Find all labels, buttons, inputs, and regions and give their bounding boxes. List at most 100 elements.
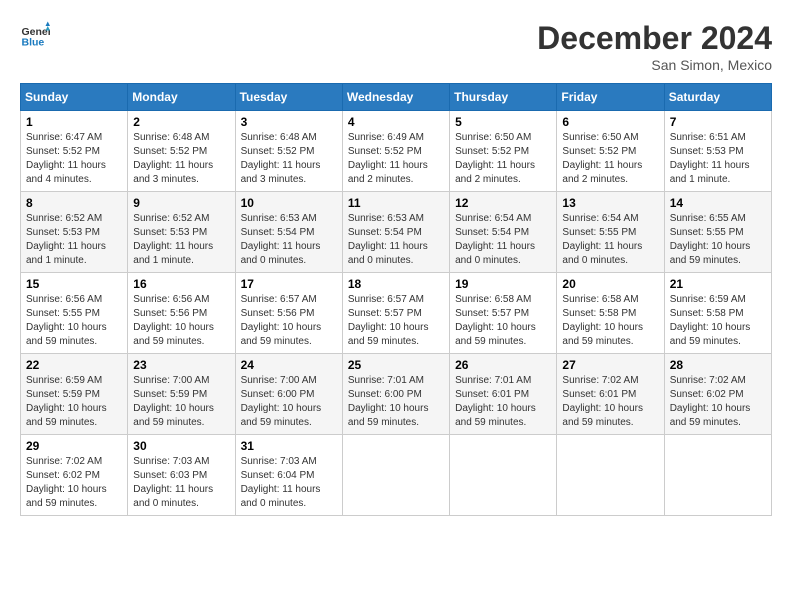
weekday-header-row: Sunday Monday Tuesday Wednesday Thursday…: [21, 84, 772, 111]
day-number: 4: [348, 115, 444, 129]
day-number: 11: [348, 196, 444, 210]
day-info: Sunrise: 6:56 AM Sunset: 5:56 PM Dayligh…: [133, 293, 229, 349]
day-cell-2: 2 Sunrise: 6:48 AM Sunset: 5:52 PM Dayli…: [128, 111, 235, 192]
day-cell-26: 26 Sunrise: 7:01 AM Sunset: 6:01 PM Dayl…: [450, 354, 557, 435]
day-number: 24: [241, 358, 337, 372]
day-cell-10: 10 Sunrise: 6:53 AM Sunset: 5:54 PM Dayl…: [235, 192, 342, 273]
week-row-2: 8 Sunrise: 6:52 AM Sunset: 5:53 PM Dayli…: [21, 192, 772, 273]
day-info: Sunrise: 6:53 AM Sunset: 5:54 PM Dayligh…: [348, 212, 444, 268]
day-number: 1: [26, 115, 122, 129]
day-cell-29: 29 Sunrise: 7:02 AM Sunset: 6:02 PM Dayl…: [21, 435, 128, 516]
logo-icon: General Blue: [20, 20, 50, 50]
empty-cell: [342, 435, 449, 516]
day-cell-14: 14 Sunrise: 6:55 AM Sunset: 5:55 PM Dayl…: [664, 192, 771, 273]
week-row-3: 15 Sunrise: 6:56 AM Sunset: 5:55 PM Dayl…: [21, 273, 772, 354]
day-number: 30: [133, 439, 229, 453]
day-info: Sunrise: 7:01 AM Sunset: 6:00 PM Dayligh…: [348, 374, 444, 430]
header-wednesday: Wednesday: [342, 84, 449, 111]
calendar-table: Sunday Monday Tuesday Wednesday Thursday…: [20, 83, 772, 516]
day-cell-16: 16 Sunrise: 6:56 AM Sunset: 5:56 PM Dayl…: [128, 273, 235, 354]
day-info: Sunrise: 7:00 AM Sunset: 6:00 PM Dayligh…: [241, 374, 337, 430]
day-cell-27: 27 Sunrise: 7:02 AM Sunset: 6:01 PM Dayl…: [557, 354, 664, 435]
week-row-1: 1 Sunrise: 6:47 AM Sunset: 5:52 PM Dayli…: [21, 111, 772, 192]
page-header: General Blue December 2024 San Simon, Me…: [20, 20, 772, 73]
empty-cell: [450, 435, 557, 516]
day-cell-1: 1 Sunrise: 6:47 AM Sunset: 5:52 PM Dayli…: [21, 111, 128, 192]
day-info: Sunrise: 6:57 AM Sunset: 5:57 PM Dayligh…: [348, 293, 444, 349]
header-thursday: Thursday: [450, 84, 557, 111]
day-info: Sunrise: 6:51 AM Sunset: 5:53 PM Dayligh…: [670, 131, 766, 187]
day-number: 8: [26, 196, 122, 210]
day-info: Sunrise: 6:52 AM Sunset: 5:53 PM Dayligh…: [133, 212, 229, 268]
day-info: Sunrise: 7:00 AM Sunset: 5:59 PM Dayligh…: [133, 374, 229, 430]
day-number: 17: [241, 277, 337, 291]
day-number: 28: [670, 358, 766, 372]
day-number: 21: [670, 277, 766, 291]
day-cell-31: 31 Sunrise: 7:03 AM Sunset: 6:04 PM Dayl…: [235, 435, 342, 516]
day-number: 13: [562, 196, 658, 210]
day-cell-7: 7 Sunrise: 6:51 AM Sunset: 5:53 PM Dayli…: [664, 111, 771, 192]
day-cell-11: 11 Sunrise: 6:53 AM Sunset: 5:54 PM Dayl…: [342, 192, 449, 273]
day-number: 2: [133, 115, 229, 129]
day-number: 7: [670, 115, 766, 129]
logo: General Blue: [20, 20, 50, 50]
day-cell-18: 18 Sunrise: 6:57 AM Sunset: 5:57 PM Dayl…: [342, 273, 449, 354]
day-number: 26: [455, 358, 551, 372]
day-number: 9: [133, 196, 229, 210]
day-info: Sunrise: 6:50 AM Sunset: 5:52 PM Dayligh…: [455, 131, 551, 187]
day-info: Sunrise: 6:47 AM Sunset: 5:52 PM Dayligh…: [26, 131, 122, 187]
day-info: Sunrise: 6:54 AM Sunset: 5:55 PM Dayligh…: [562, 212, 658, 268]
day-cell-5: 5 Sunrise: 6:50 AM Sunset: 5:52 PM Dayli…: [450, 111, 557, 192]
day-cell-9: 9 Sunrise: 6:52 AM Sunset: 5:53 PM Dayli…: [128, 192, 235, 273]
day-info: Sunrise: 7:02 AM Sunset: 6:02 PM Dayligh…: [26, 455, 122, 511]
day-number: 3: [241, 115, 337, 129]
day-number: 18: [348, 277, 444, 291]
day-cell-15: 15 Sunrise: 6:56 AM Sunset: 5:55 PM Dayl…: [21, 273, 128, 354]
day-number: 5: [455, 115, 551, 129]
week-row-4: 22 Sunrise: 6:59 AM Sunset: 5:59 PM Dayl…: [21, 354, 772, 435]
day-cell-20: 20 Sunrise: 6:58 AM Sunset: 5:58 PM Dayl…: [557, 273, 664, 354]
day-number: 20: [562, 277, 658, 291]
day-number: 25: [348, 358, 444, 372]
day-info: Sunrise: 6:48 AM Sunset: 5:52 PM Dayligh…: [133, 131, 229, 187]
day-number: 29: [26, 439, 122, 453]
day-cell-17: 17 Sunrise: 6:57 AM Sunset: 5:56 PM Dayl…: [235, 273, 342, 354]
day-cell-6: 6 Sunrise: 6:50 AM Sunset: 5:52 PM Dayli…: [557, 111, 664, 192]
day-info: Sunrise: 6:59 AM Sunset: 5:58 PM Dayligh…: [670, 293, 766, 349]
title-block: December 2024 San Simon, Mexico: [537, 20, 772, 73]
day-number: 12: [455, 196, 551, 210]
day-number: 22: [26, 358, 122, 372]
day-number: 19: [455, 277, 551, 291]
day-info: Sunrise: 6:48 AM Sunset: 5:52 PM Dayligh…: [241, 131, 337, 187]
day-number: 14: [670, 196, 766, 210]
day-info: Sunrise: 7:03 AM Sunset: 6:03 PM Dayligh…: [133, 455, 229, 511]
day-cell-13: 13 Sunrise: 6:54 AM Sunset: 5:55 PM Dayl…: [557, 192, 664, 273]
day-info: Sunrise: 6:59 AM Sunset: 5:59 PM Dayligh…: [26, 374, 122, 430]
day-info: Sunrise: 6:55 AM Sunset: 5:55 PM Dayligh…: [670, 212, 766, 268]
month-title: December 2024: [537, 20, 772, 57]
empty-cell: [664, 435, 771, 516]
day-cell-23: 23 Sunrise: 7:00 AM Sunset: 5:59 PM Dayl…: [128, 354, 235, 435]
svg-text:Blue: Blue: [22, 37, 45, 49]
day-cell-4: 4 Sunrise: 6:49 AM Sunset: 5:52 PM Dayli…: [342, 111, 449, 192]
header-sunday: Sunday: [21, 84, 128, 111]
day-cell-21: 21 Sunrise: 6:59 AM Sunset: 5:58 PM Dayl…: [664, 273, 771, 354]
day-number: 10: [241, 196, 337, 210]
day-cell-24: 24 Sunrise: 7:00 AM Sunset: 6:00 PM Dayl…: [235, 354, 342, 435]
header-friday: Friday: [557, 84, 664, 111]
day-info: Sunrise: 6:54 AM Sunset: 5:54 PM Dayligh…: [455, 212, 551, 268]
day-cell-30: 30 Sunrise: 7:03 AM Sunset: 6:03 PM Dayl…: [128, 435, 235, 516]
empty-cell: [557, 435, 664, 516]
day-info: Sunrise: 6:56 AM Sunset: 5:55 PM Dayligh…: [26, 293, 122, 349]
day-cell-3: 3 Sunrise: 6:48 AM Sunset: 5:52 PM Dayli…: [235, 111, 342, 192]
day-cell-19: 19 Sunrise: 6:58 AM Sunset: 5:57 PM Dayl…: [450, 273, 557, 354]
day-number: 6: [562, 115, 658, 129]
day-info: Sunrise: 6:58 AM Sunset: 5:58 PM Dayligh…: [562, 293, 658, 349]
day-info: Sunrise: 6:53 AM Sunset: 5:54 PM Dayligh…: [241, 212, 337, 268]
location: San Simon, Mexico: [537, 57, 772, 73]
day-cell-25: 25 Sunrise: 7:01 AM Sunset: 6:00 PM Dayl…: [342, 354, 449, 435]
day-number: 23: [133, 358, 229, 372]
header-saturday: Saturday: [664, 84, 771, 111]
day-info: Sunrise: 6:49 AM Sunset: 5:52 PM Dayligh…: [348, 131, 444, 187]
day-cell-12: 12 Sunrise: 6:54 AM Sunset: 5:54 PM Dayl…: [450, 192, 557, 273]
